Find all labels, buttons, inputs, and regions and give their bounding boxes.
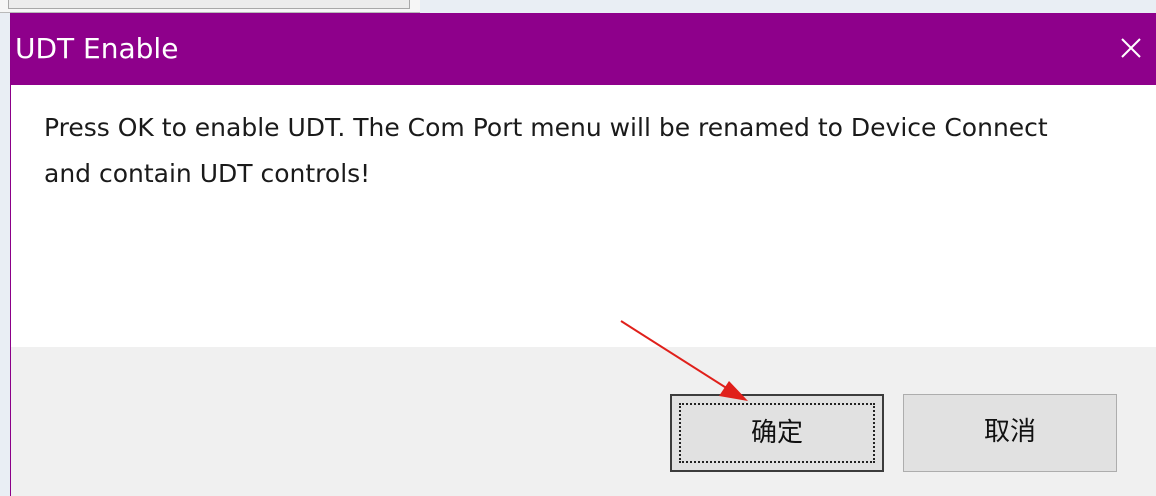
dialog-message: Press OK to enable UDT. The Com Port men…	[44, 113, 1048, 188]
cancel-button-label: 取消	[983, 417, 1036, 447]
ok-button-label: 确定	[750, 418, 803, 448]
dialog-titlebar[interactable]: UDT Enable	[11, 13, 1156, 85]
dialog-content: Press OK to enable UDT. The Com Port men…	[11, 85, 1156, 347]
close-button[interactable]	[1106, 13, 1156, 85]
cancel-button[interactable]: 取消	[903, 394, 1117, 472]
dialog-footer: 确定 取消	[11, 347, 1156, 496]
background-window-field	[8, 0, 410, 9]
close-icon	[1121, 38, 1141, 58]
dialog-title: UDT Enable	[15, 32, 179, 65]
ok-button[interactable]: 确定	[670, 394, 884, 472]
udt-enable-dialog: UDT Enable Press OK to enable UDT. The C…	[10, 13, 1156, 496]
background-window-edge	[0, 0, 420, 13]
